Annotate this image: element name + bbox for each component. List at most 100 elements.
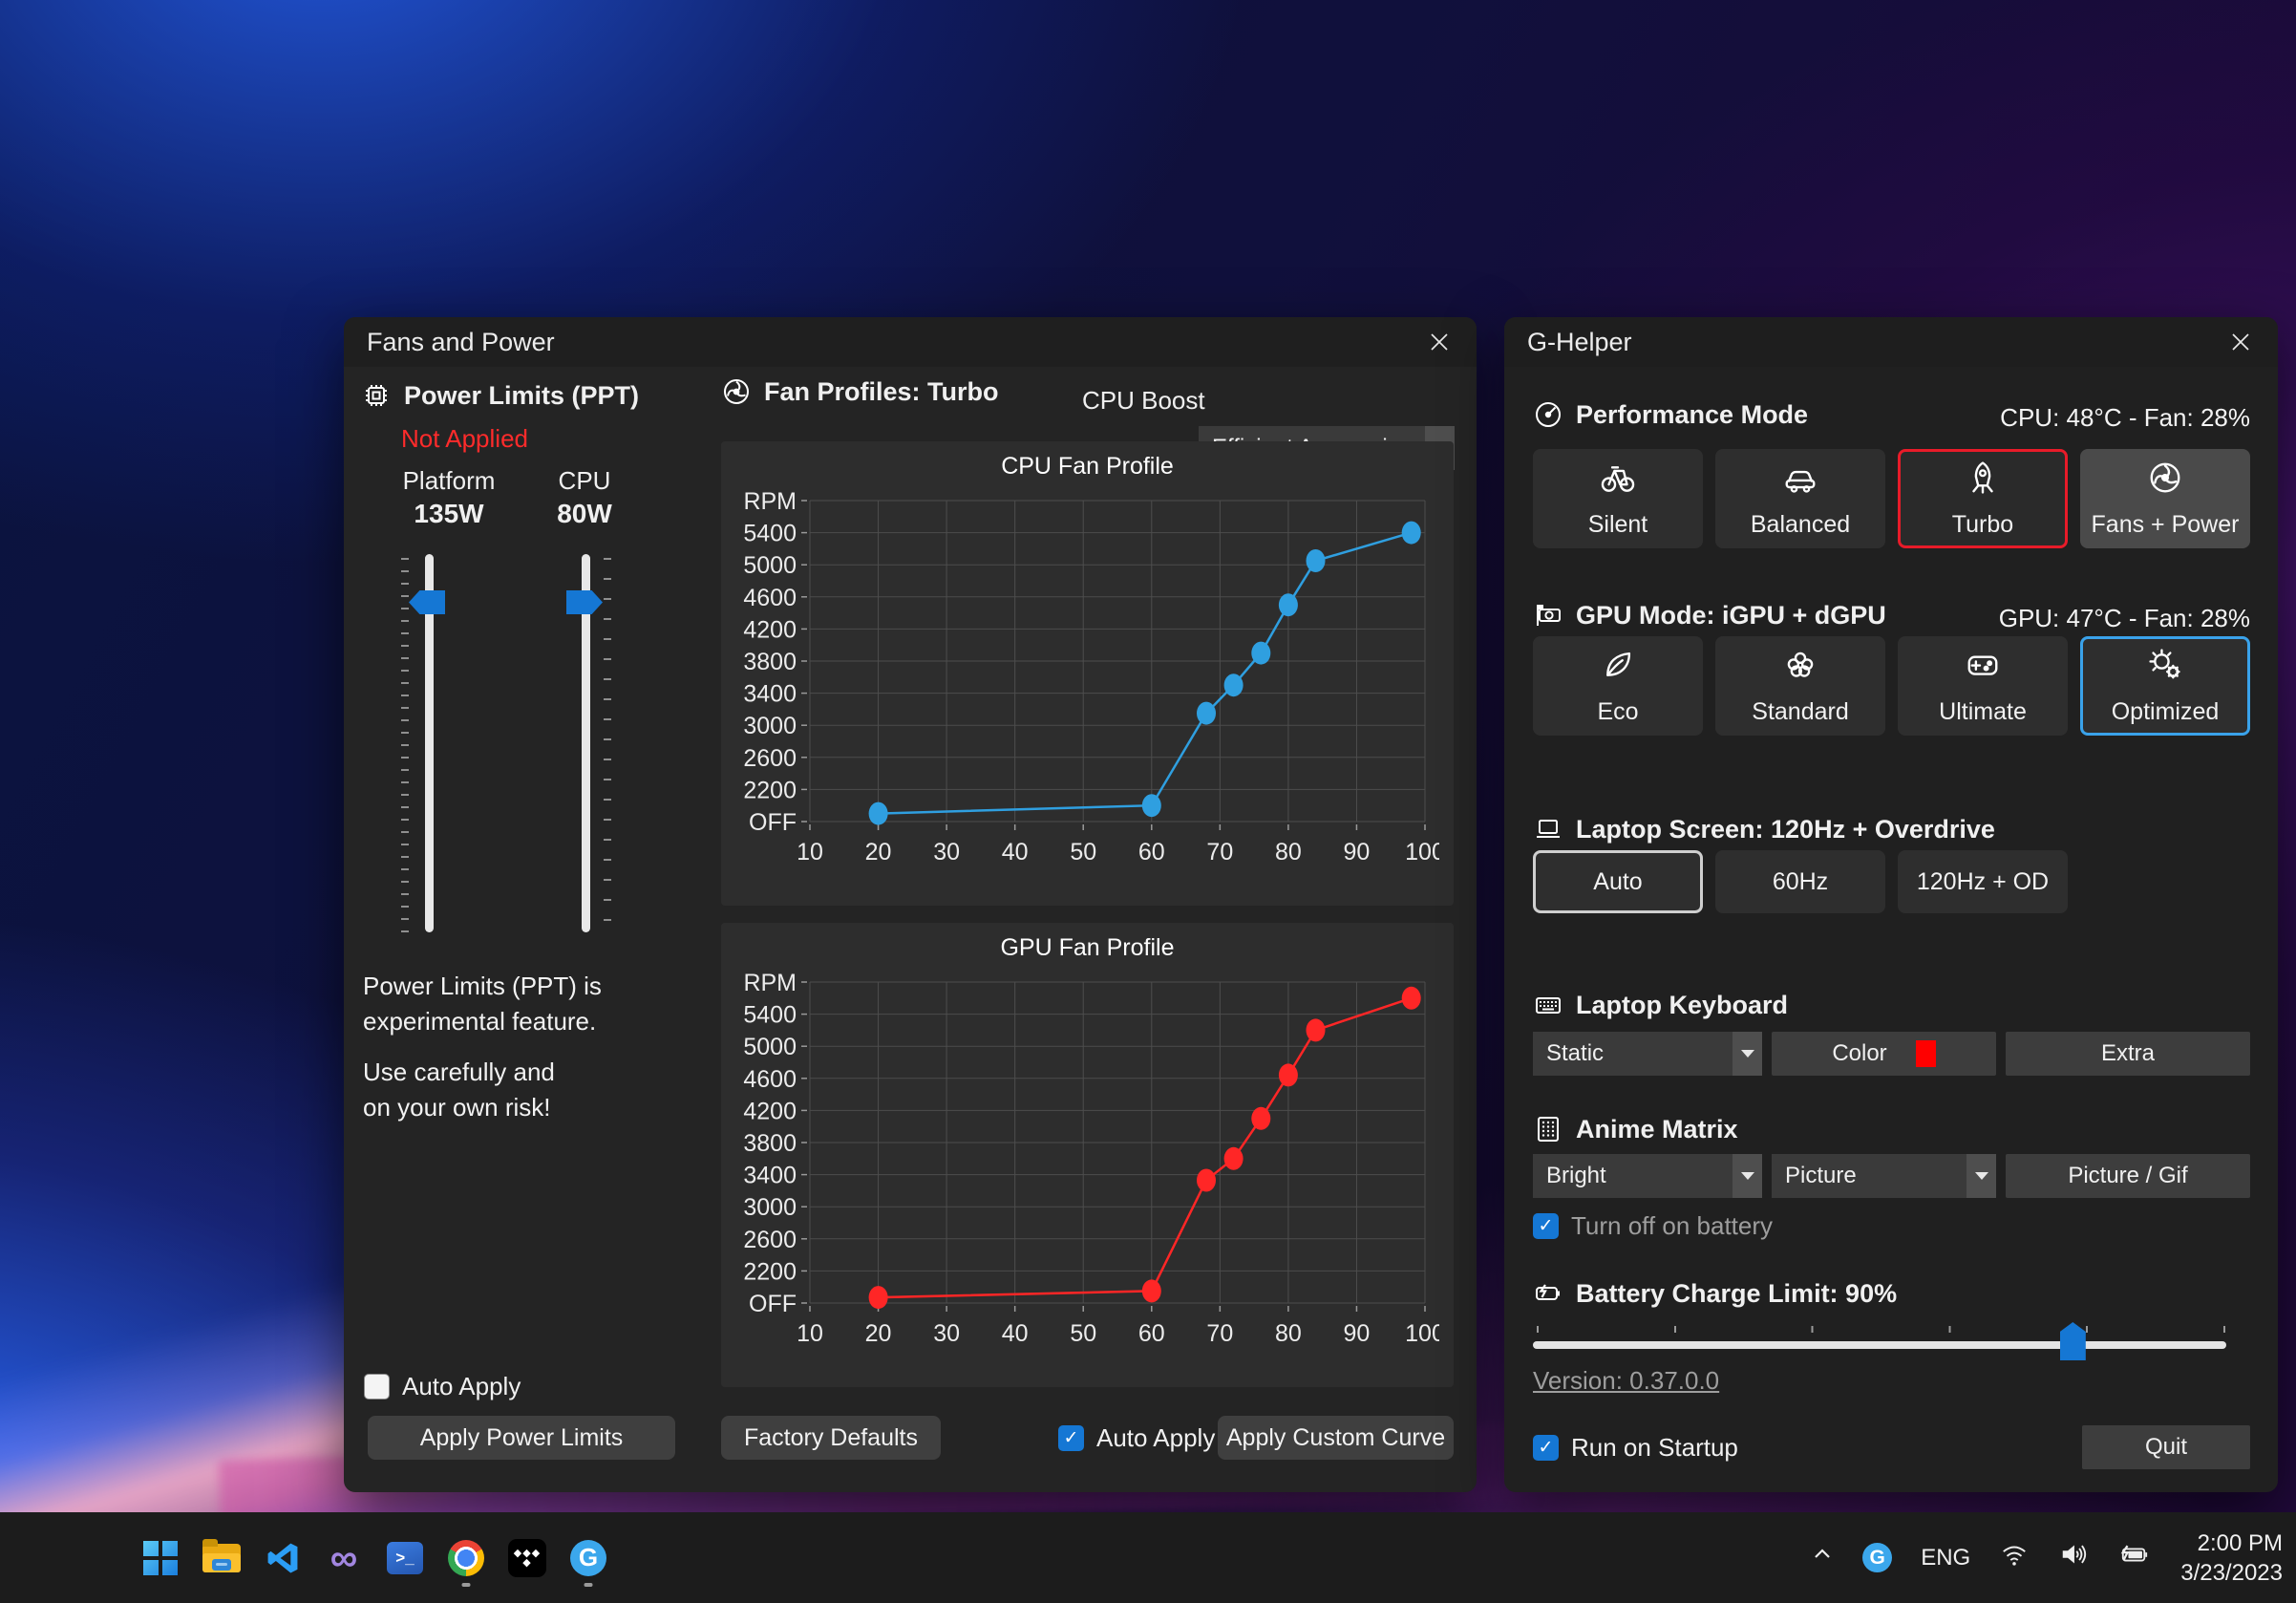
svg-text:2600: 2600 [743, 1227, 797, 1253]
laptop-icon [1533, 814, 1563, 844]
anime-picture-gif-button[interactable]: Picture / Gif [2006, 1154, 2250, 1198]
mode-button-balanced[interactable]: Balanced [1715, 449, 1885, 548]
keyboard-icon [1533, 990, 1563, 1020]
svg-text:5400: 5400 [743, 1002, 797, 1029]
keyboard-color-button[interactable]: Color [1772, 1032, 1996, 1076]
svg-text:10: 10 [797, 839, 823, 866]
system-tray: G ENG 2:00 PM 3/23/2023 [1811, 1512, 2283, 1603]
cpu-fan-chart-panel: CPU Fan Profile 102030405060708090100OFF… [721, 441, 1454, 906]
power-auto-apply-row: Auto Apply [364, 1372, 521, 1401]
ghelper-tray-icon[interactable]: G [1862, 1543, 1892, 1572]
apply-power-limits-button[interactable]: Apply Power Limits [368, 1416, 675, 1460]
anime-content-value: Picture [1785, 1163, 1857, 1189]
car-icon [1782, 460, 1818, 502]
svg-text:3000: 3000 [743, 713, 797, 739]
leaf-icon [1600, 647, 1636, 690]
ghelper-title: G-Helper [1527, 328, 1632, 357]
close-icon[interactable] [2226, 328, 2255, 356]
mode-button-silent[interactable]: Silent [1533, 449, 1703, 548]
mode-button-eco[interactable]: Eco [1533, 636, 1703, 736]
factory-defaults-button[interactable]: Factory Defaults [721, 1416, 941, 1460]
running-indicator [585, 1583, 593, 1587]
chip-icon [361, 380, 392, 411]
taskbar-icon-visual-studio[interactable]: ∞ [323, 1528, 365, 1588]
platform-slider-thumb[interactable] [409, 590, 445, 614]
mode-button-label: Fans + Power [2092, 511, 2240, 539]
language-indicator[interactable]: ENG [1921, 1545, 1970, 1571]
anime-brightness-dropdown[interactable]: Bright [1533, 1154, 1762, 1198]
anime-controls: Bright Picture Picture / Gif [1533, 1154, 2250, 1198]
keyboard-extra-button[interactable]: Extra [2006, 1032, 2250, 1076]
cpu-slider-thumb[interactable] [566, 590, 603, 614]
gpu-fan-chart[interactable]: 102030405060708090100OFF2200260030003400… [735, 967, 1439, 1378]
volume-icon[interactable] [2058, 1540, 2089, 1575]
wifi-icon[interactable] [1999, 1540, 2030, 1575]
gpu-fan-chart-panel: GPU Fan Profile 102030405060708090100OFF… [721, 923, 1454, 1387]
svg-text:50: 50 [1070, 839, 1096, 866]
close-icon[interactable] [1425, 328, 1454, 356]
power-limits-note-1: Power Limits (PPT) is experimental featu… [363, 969, 688, 1039]
run-on-startup-checkbox[interactable]: ✓ [1533, 1435, 1559, 1461]
taskbar-icon-tidal[interactable]: ◆◆◆◆ [506, 1528, 548, 1588]
flower-icon [1782, 647, 1818, 690]
version-link[interactable]: Version: 0.37.0.0 [1533, 1366, 1719, 1396]
anime-content-dropdown[interactable]: Picture [1772, 1154, 1996, 1198]
mode-button-label: Ultimate [1939, 698, 2027, 726]
mode-button-60hz[interactable]: 60Hz [1715, 850, 1885, 913]
mode-button-turbo[interactable]: Turbo [1898, 449, 2068, 548]
turn-off-on-battery-checkbox[interactable]: ✓ [1533, 1213, 1559, 1239]
taskbar-icon-vscode[interactable] [262, 1528, 304, 1588]
battery-slider-track[interactable] [1533, 1341, 2226, 1349]
mode-button-ultimate[interactable]: Ultimate [1898, 636, 2068, 736]
anime-brightness-value: Bright [1546, 1163, 1606, 1189]
svg-text:4600: 4600 [743, 585, 797, 611]
svg-text:3800: 3800 [743, 1130, 797, 1157]
taskbar-pinned-icons: ∞ >_ ◆◆◆◆ G [139, 1512, 609, 1603]
quit-button[interactable]: Quit [2082, 1425, 2250, 1469]
taskbar-icon-start[interactable] [139, 1528, 181, 1588]
svg-text:90: 90 [1344, 839, 1371, 866]
curve-auto-apply-checkbox[interactable]: ✓ [1058, 1425, 1084, 1451]
ghelper-titlebar[interactable]: G-Helper [1504, 317, 2278, 367]
anime-battery-row: ✓ Turn off on battery [1533, 1211, 1773, 1241]
mode-button-standard[interactable]: Standard [1715, 636, 1885, 736]
taskbar-clock[interactable]: 2:00 PM 3/23/2023 [2180, 1528, 2283, 1588]
mode-button-label: Auto [1593, 868, 1642, 896]
mode-button-fans-power[interactable]: Fans + Power [2080, 449, 2250, 548]
taskbar-icon-terminal[interactable]: >_ [384, 1528, 426, 1588]
gpu-mode-header: GPU Mode: iGPU + dGPU [1533, 600, 1886, 631]
mode-button-label: 60Hz [1773, 868, 1828, 896]
fans-window-titlebar[interactable]: Fans and Power [344, 317, 1477, 367]
taskbar-icon-g-helper[interactable]: G [567, 1528, 609, 1588]
cpu-fan-chart[interactable]: 102030405060708090100OFF2200260030003400… [735, 485, 1439, 896]
mode-button-120hz-od[interactable]: 120Hz + OD [1898, 850, 2068, 913]
svg-text:70: 70 [1206, 839, 1233, 866]
fan-icon [2147, 460, 2183, 502]
battery-icon[interactable] [2117, 1540, 2152, 1575]
optimized-icon [2147, 647, 2183, 690]
cpu-boost-label: CPU Boost [1082, 386, 1205, 416]
power-auto-apply-label: Auto Apply [402, 1372, 521, 1401]
keyboard-mode-dropdown[interactable]: Static [1533, 1032, 1762, 1076]
taskbar-icon-file-explorer[interactable] [201, 1528, 243, 1588]
svg-text:RPM: RPM [743, 488, 797, 515]
apply-custom-curve-button[interactable]: Apply Custom Curve [1218, 1416, 1454, 1460]
mode-button-optimized[interactable]: Optimized [2080, 636, 2250, 736]
svg-text:2200: 2200 [743, 777, 797, 803]
mode-button-label: 120Hz + OD [1917, 868, 2049, 896]
chevron-down-icon[interactable] [1733, 1154, 1762, 1198]
laptop-keyboard-header: Laptop Keyboard [1533, 990, 1788, 1020]
tray-chevron-up-icon[interactable] [1811, 1543, 1834, 1572]
power-auto-apply-checkbox[interactable] [364, 1374, 390, 1400]
chevron-down-icon[interactable] [1733, 1032, 1762, 1076]
mode-button-auto[interactable]: Auto [1533, 850, 1703, 913]
chevron-down-icon[interactable] [1966, 1154, 1996, 1198]
svg-text:20: 20 [865, 1320, 892, 1347]
svg-text:90: 90 [1344, 1320, 1371, 1347]
battery-limit-header: Battery Charge Limit: 90% [1533, 1278, 1897, 1309]
taskbar-icon-chrome[interactable] [445, 1528, 487, 1588]
power-limits-header: Power Limits (PPT) [361, 380, 639, 411]
svg-text:20: 20 [865, 839, 892, 866]
svg-text:40: 40 [1002, 1320, 1029, 1347]
running-indicator [462, 1583, 471, 1587]
